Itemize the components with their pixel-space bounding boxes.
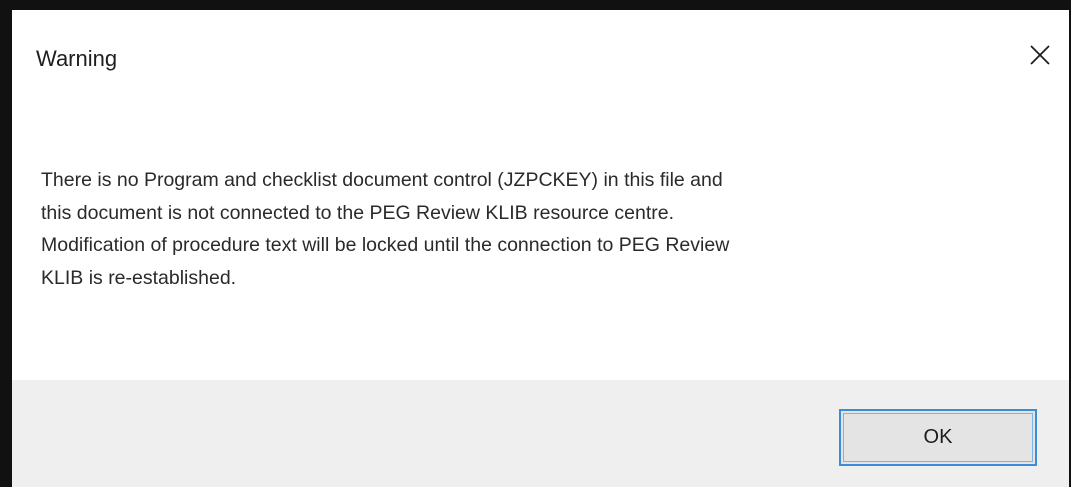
warning-message: There is no Program and checklist docume… xyxy=(41,164,1021,294)
message-line: There is no Program and checklist docume… xyxy=(41,169,723,191)
dialog-title: Warning xyxy=(36,46,118,71)
dialog-footer: OK xyxy=(12,380,1069,487)
message-line: this document is not connected to the PE… xyxy=(41,201,674,224)
dialog-body: There is no Program and checklist docume… xyxy=(12,100,1069,380)
ok-button[interactable]: OK xyxy=(839,409,1037,466)
warning-dialog: Warning There is no Program and checklis… xyxy=(0,0,1071,487)
close-icon[interactable] xyxy=(1019,34,1059,74)
dialog-titlebar: Warning xyxy=(12,10,1069,100)
message-line: KLIB is re-established. xyxy=(41,266,237,289)
message-line: Modification of procedure text will be l… xyxy=(41,234,730,256)
ok-button-label: OK xyxy=(923,426,953,448)
